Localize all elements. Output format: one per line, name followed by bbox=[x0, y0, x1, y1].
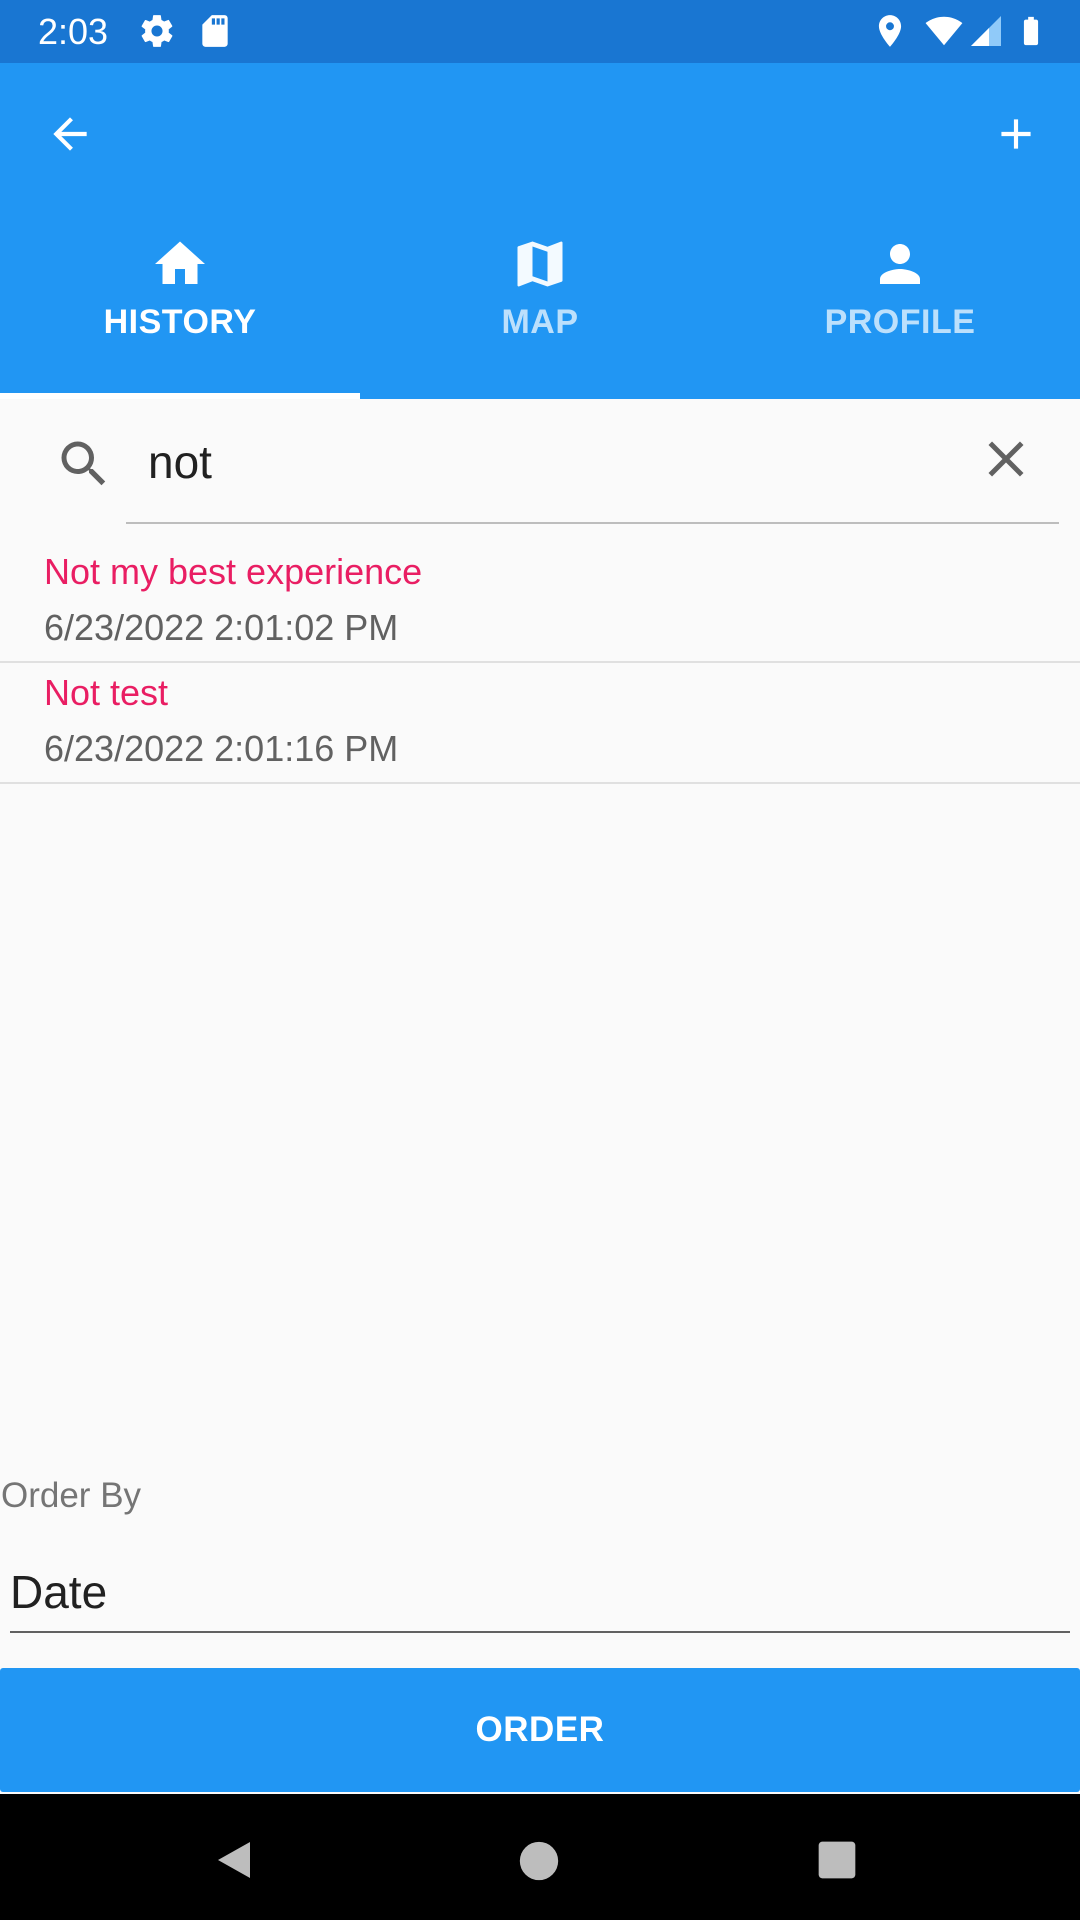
add-button[interactable] bbox=[968, 86, 1064, 182]
search-input[interactable]: not bbox=[148, 439, 908, 485]
status-bar: 2:03 bbox=[0, 0, 1080, 63]
order-by-label: Order By bbox=[1, 1476, 142, 1515]
person-icon bbox=[880, 244, 920, 284]
status-time: 2:03 bbox=[38, 11, 109, 52]
list-item[interactable]: Not test 6/23/2022 2:01:16 PM bbox=[0, 662, 1080, 784]
tab-history-label: HISTORY bbox=[103, 303, 257, 341]
arrow-back-icon bbox=[53, 117, 87, 151]
order-button[interactable]: ORDER bbox=[0, 1668, 1080, 1792]
nav-back-icon[interactable] bbox=[212, 1836, 260, 1884]
nav-recents-icon[interactable] bbox=[815, 1838, 859, 1882]
location-icon bbox=[878, 15, 902, 47]
list-item[interactable]: Not my best experience 6/23/2022 2:01:02… bbox=[0, 541, 1080, 663]
wifi-icon bbox=[925, 16, 963, 46]
list-item-date: 6/23/2022 2:01:16 PM bbox=[44, 728, 399, 769]
list-item-title: Not test bbox=[44, 672, 169, 713]
tab-profile[interactable]: PROFILE bbox=[720, 169, 1080, 399]
clear-search-button[interactable] bbox=[976, 429, 1036, 489]
order-by-select[interactable]: Date bbox=[10, 1565, 1070, 1633]
search-underline bbox=[126, 522, 1059, 524]
settings-icon bbox=[141, 15, 173, 47]
home-icon bbox=[155, 241, 205, 284]
signal-icon bbox=[971, 16, 1001, 46]
battery-icon bbox=[1023, 16, 1039, 46]
search-bar: not bbox=[0, 399, 1080, 524]
navigation-bar bbox=[0, 1794, 1080, 1920]
tab-history[interactable]: HISTORY bbox=[0, 169, 360, 399]
tab-map[interactable]: MAP bbox=[360, 169, 720, 399]
list-item-date: 6/23/2022 2:01:02 PM bbox=[44, 607, 399, 648]
back-button[interactable] bbox=[22, 86, 118, 182]
close-icon bbox=[988, 441, 1024, 477]
list-item-title: Not my best experience bbox=[44, 551, 423, 592]
search-icon bbox=[61, 441, 106, 486]
tab-map-label: MAP bbox=[501, 303, 579, 341]
tab-profile-label: PROFILE bbox=[824, 303, 976, 341]
plus-icon bbox=[1001, 119, 1031, 149]
sd-card-icon bbox=[202, 15, 228, 47]
order-by-underline bbox=[10, 1631, 1070, 1633]
nav-home-icon[interactable] bbox=[516, 1838, 562, 1884]
map-icon bbox=[517, 241, 563, 287]
